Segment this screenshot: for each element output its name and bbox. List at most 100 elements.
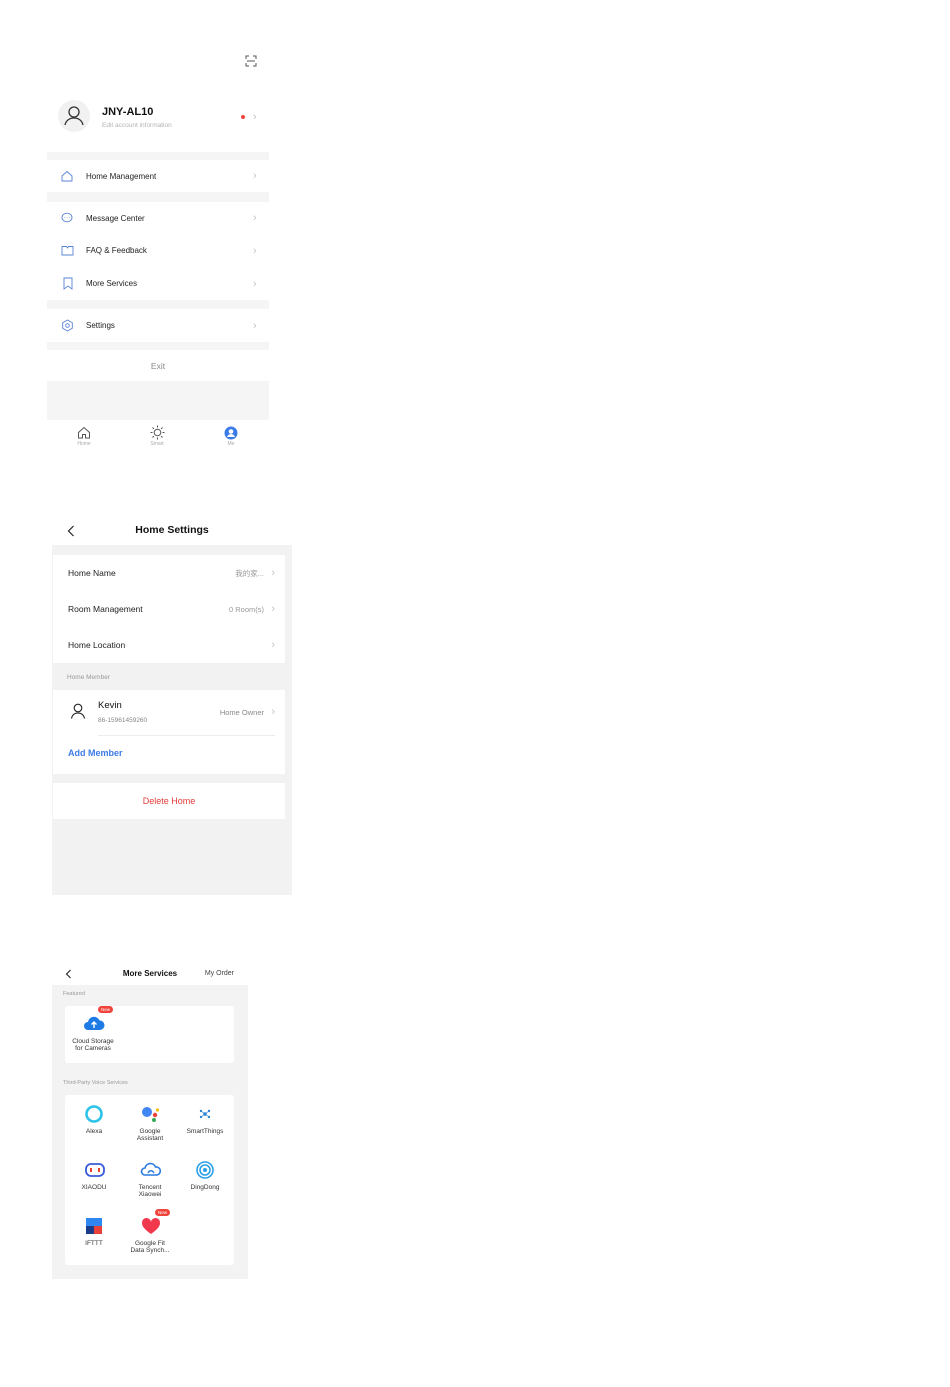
member-role: Home Owner <box>219 708 264 717</box>
alexa-icon <box>85 1105 103 1123</box>
service-label: SmartThings <box>186 1128 224 1135</box>
menu-label: Home Management <box>86 171 157 181</box>
menu-more-services[interactable]: More Services › <box>47 267 269 300</box>
exit-label: Exit <box>150 360 166 371</box>
service-label: XIAODU <box>81 1184 107 1191</box>
user-icon <box>64 106 84 126</box>
user-icon <box>70 703 86 719</box>
notification-dot <box>241 115 245 119</box>
more-services-header: More Services My Order <box>52 967 248 985</box>
tab-bar: Home Smart Me <box>47 420 269 455</box>
chevron-right-icon: › <box>271 567 275 579</box>
service-label: Google Fit <box>135 1240 165 1247</box>
avatar[interactable] <box>58 100 90 132</box>
menu-label: More Services <box>86 279 138 288</box>
heart-icon <box>141 1217 161 1234</box>
voice-services-card: Alexa Google Assistant SmartThings XIAOD… <box>65 1095 234 1265</box>
section-header-voice: Third-Party Voice Services <box>63 1080 128 1086</box>
service-label: IFTTT <box>85 1240 103 1247</box>
member-row[interactable]: Kevin 86-15961459260 Home Owner › <box>53 690 285 736</box>
chevron-right-icon: › <box>271 639 275 651</box>
service-tencent-xiaowei[interactable]: Tencent Xiaowei <box>122 1160 178 1198</box>
tab-me-label: Me <box>227 441 235 447</box>
home-name-row[interactable]: Home Name 我的家... › <box>53 555 285 591</box>
divider <box>52 545 292 555</box>
menu-home-management[interactable]: Home Management › <box>47 160 269 192</box>
chevron-right-icon: › <box>253 111 257 123</box>
exit-button[interactable]: Exit <box>47 350 269 381</box>
delete-home-button[interactable]: Delete Home <box>53 783 285 819</box>
message-icon <box>61 212 73 223</box>
dingdong-icon <box>196 1161 214 1179</box>
chevron-right-icon: › <box>253 212 257 224</box>
home-settings-screen: Home Settings Home Name 我的家... › Room Ma… <box>52 520 292 895</box>
member-name: Kevin <box>98 700 122 711</box>
tab-home-label: Home <box>77 441 91 447</box>
member-card: Kevin 86-15961459260 Home Owner › Add Me… <box>53 690 285 774</box>
tab-smart-label: Smart <box>150 441 164 447</box>
tab-home[interactable]: Home <box>69 426 99 447</box>
service-xiaodu[interactable]: XIAODU <box>66 1160 122 1191</box>
home-name-label: Home Name <box>68 568 116 578</box>
service-google-assistant[interactable]: Google Assistant <box>122 1104 178 1142</box>
service-alexa[interactable]: Alexa <box>66 1104 122 1135</box>
menu-label: Settings <box>86 321 115 330</box>
new-badge: New <box>98 1006 114 1013</box>
room-management-value: 0 Room(s) <box>228 604 264 614</box>
featured-card: New Cloud Storage for Cameras <box>65 1006 234 1063</box>
account-screen: JNY-AL10 Edit account information › Home… <box>47 47 269 455</box>
service-label: Alexa <box>85 1128 103 1135</box>
chevron-right-icon: › <box>271 706 275 718</box>
profile-header: JNY-AL10 Edit account information › <box>47 47 269 152</box>
chevron-right-icon: › <box>271 603 275 615</box>
member-phone: 86-15961459260 <box>98 717 148 724</box>
service-google-fit[interactable]: New Google Fit Data Synch... <box>122 1209 178 1254</box>
account-username[interactable]: JNY-AL10 <box>102 106 153 118</box>
scan-icon[interactable] <box>245 55 257 67</box>
service-cloud-storage[interactable]: New Cloud Storage for Cameras <box>65 1006 121 1052</box>
smartthings-icon <box>199 1109 211 1119</box>
service-label: Data Synch... <box>130 1247 170 1254</box>
book-icon <box>61 246 74 256</box>
service-dingdong[interactable]: DingDong <box>177 1160 233 1191</box>
divider <box>98 735 275 736</box>
menu-message-center[interactable]: Message Center › <box>47 202 269 234</box>
tab-me[interactable]: Me <box>216 426 246 447</box>
cloud-upload-icon <box>84 1016 105 1030</box>
home-location-row[interactable]: Home Location › <box>53 627 285 663</box>
home-settings-header: Home Settings <box>52 520 292 545</box>
chevron-right-icon: › <box>253 170 257 182</box>
chevron-right-icon: › <box>253 319 257 332</box>
service-label: Google <box>139 1128 161 1135</box>
service-label: Assistant <box>136 1135 164 1142</box>
section-header-home-member: Home Member <box>67 674 110 681</box>
chevron-right-icon: › <box>253 277 257 290</box>
home-name-value: 我的家... <box>235 568 264 578</box>
home-outline-icon <box>61 170 73 182</box>
service-label: Cloud Storage <box>72 1038 114 1045</box>
menu-faq-feedback[interactable]: FAQ & Feedback › <box>47 234 269 267</box>
ifttt-icon <box>86 1218 102 1234</box>
room-management-row[interactable]: Room Management 0 Room(s) › <box>53 591 285 627</box>
add-member-button[interactable]: Add Member <box>68 748 123 758</box>
home-location-label: Home Location <box>68 640 126 650</box>
settings-icon <box>62 319 73 332</box>
service-smartthings[interactable]: SmartThings <box>177 1104 233 1135</box>
bookmark-icon <box>63 277 73 290</box>
menu-settings[interactable]: Settings › <box>47 309 269 342</box>
room-management-label: Room Management <box>68 604 143 614</box>
tab-smart[interactable]: Smart <box>142 425 172 447</box>
sun-icon <box>150 425 164 440</box>
google-assistant-icon <box>142 1107 160 1122</box>
service-label: Xiaowei <box>138 1191 162 1198</box>
service-ifttt[interactable]: IFTTT <box>66 1216 122 1247</box>
xiaodu-icon <box>85 1163 105 1177</box>
my-order-link[interactable]: My Order <box>205 970 234 977</box>
menu-label: FAQ & Feedback <box>86 246 147 255</box>
menu-label: Message Center <box>86 213 145 223</box>
more-services-screen: More Services My Order Featured New Clou… <box>52 967 248 1279</box>
me-filled-icon <box>224 426 238 440</box>
new-badge: New <box>155 1209 171 1216</box>
tencent-xiaowei-icon <box>140 1162 162 1176</box>
chevron-right-icon: › <box>253 244 257 257</box>
